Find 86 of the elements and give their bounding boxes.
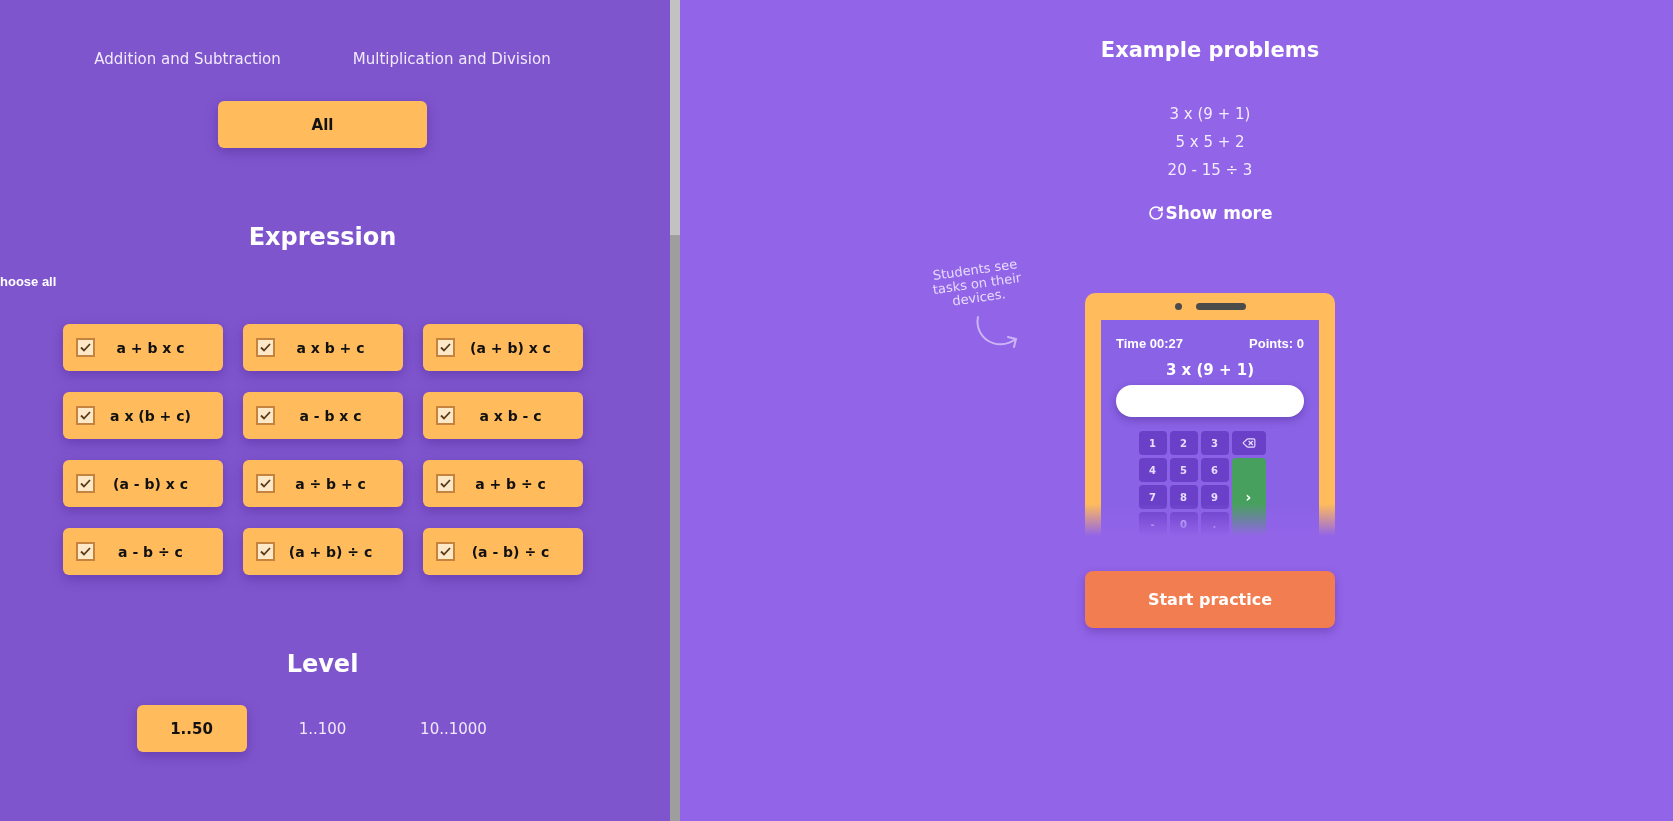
check-icon (259, 411, 271, 420)
subtopic-option[interactable]: Multiplication and Division (352, 50, 551, 68)
checkbox[interactable] (75, 338, 95, 357)
scrollbar-thumb[interactable] (670, 235, 680, 821)
expression-label: a x b - c (478, 407, 543, 424)
expression-option[interactable]: (a + b) ÷ c (242, 528, 403, 575)
expression-option[interactable]: a x b - c (422, 392, 583, 439)
checkbox[interactable] (255, 474, 275, 493)
checkbox[interactable] (255, 406, 275, 425)
check-icon (439, 411, 451, 420)
section-heading: Level (286, 649, 359, 680)
section-heading: Example problems (1100, 37, 1320, 64)
expression-option[interactable]: a x (b + c) (62, 392, 223, 439)
camera-icon (1174, 303, 1182, 310)
keypad-key[interactable]: 1 (1138, 431, 1167, 455)
checkbox[interactable] (75, 542, 95, 561)
expression-option[interactable]: (a - b) x c (62, 460, 223, 507)
check-icon (79, 411, 91, 420)
checkbox[interactable] (435, 406, 455, 425)
expression-option[interactable]: a + b ÷ c (422, 460, 583, 507)
expression-label: a - b x c (298, 407, 363, 424)
keypad-key[interactable]: 2 (1169, 431, 1198, 455)
expression-label: (a - b) ÷ c (470, 543, 551, 560)
keypad-key[interactable]: 8 (1169, 485, 1198, 509)
expression-option[interactable]: (a + b) x c (422, 324, 583, 371)
expression-label: (a - b) x c (112, 475, 189, 492)
expression-label: a x b + c (295, 339, 366, 356)
check-icon (79, 479, 91, 488)
expression-label: a + b ÷ c (474, 475, 547, 492)
refresh-icon (1147, 205, 1164, 221)
expression-option[interactable]: a - b ÷ c (62, 528, 223, 575)
expression-label: (a + b) x c (469, 339, 552, 356)
check-icon (259, 547, 271, 556)
level-option[interactable]: 1..100 (267, 705, 378, 752)
checkbox[interactable] (255, 338, 275, 357)
backspace-icon (1241, 436, 1256, 450)
expression-label: a x (b + c) (109, 407, 192, 424)
check-icon (79, 547, 91, 556)
example-problem: 3 x (9 + 1) (1169, 104, 1251, 125)
checkbox[interactable] (75, 406, 95, 425)
check-icon (439, 479, 451, 488)
scrollbar-track[interactable] (670, 0, 680, 821)
expression-label: a ÷ b + c (294, 475, 367, 492)
check-icon (439, 343, 451, 352)
checkbox[interactable] (435, 542, 455, 561)
points-text: Points: 0 (1249, 336, 1304, 351)
subtopic-option[interactable]: Addition and Subtraction (94, 50, 281, 68)
check-icon (79, 343, 91, 352)
keypad-key[interactable]: 4 (1138, 458, 1167, 482)
expression-label: a + b x c (115, 339, 186, 356)
expression-option[interactable]: a x b + c (242, 324, 403, 371)
all-option[interactable]: All (218, 101, 427, 148)
keypad-key[interactable]: 9 (1200, 485, 1229, 509)
keypad-key[interactable]: 6 (1200, 458, 1229, 482)
choose-all-link[interactable]: hoose all (0, 274, 57, 290)
expression-option[interactable]: (a - b) ÷ c (422, 528, 583, 575)
example-problem: 5 x 5 + 2 (1175, 132, 1245, 153)
expression-label: a - b ÷ c (117, 543, 184, 560)
check-icon (259, 479, 271, 488)
expression-option[interactable]: a - b x c (242, 392, 403, 439)
keypad-key[interactable]: 7 (1138, 485, 1167, 509)
checkbox[interactable] (255, 542, 275, 561)
enter-key[interactable]: › (1231, 458, 1266, 536)
speaker-icon (1195, 303, 1246, 310)
problem-text: 3 x (9 + 1) (1165, 361, 1255, 379)
checkbox[interactable] (435, 474, 455, 493)
check-icon (439, 547, 451, 556)
start-practice-button[interactable]: Start practice (1085, 571, 1335, 628)
section-heading: Expression (248, 222, 397, 253)
level-option[interactable]: 10..1000 (398, 705, 509, 752)
timer-text: Time 00:27 (1116, 336, 1183, 351)
checkbox[interactable] (435, 338, 455, 357)
checkbox[interactable] (75, 474, 95, 493)
expression-option[interactable]: a ÷ b + c (242, 460, 403, 507)
keypad-key[interactable]: 3 (1200, 431, 1229, 455)
check-icon (259, 343, 271, 352)
keypad-key[interactable]: 5 (1169, 458, 1198, 482)
show-more-button[interactable]: Show more (1147, 201, 1273, 225)
example-problem: 20 - 15 ÷ 3 (1167, 160, 1253, 181)
level-option[interactable]: 1..50 (136, 705, 247, 752)
expression-option[interactable]: a + b x c (62, 324, 223, 371)
answer-field[interactable] (1116, 385, 1304, 417)
note-text: Students see tasks on their devices. (930, 255, 1023, 311)
expression-label: (a + b) ÷ c (287, 543, 374, 560)
backspace-key[interactable] (1231, 431, 1266, 455)
curved-arrow-icon (974, 315, 1020, 351)
